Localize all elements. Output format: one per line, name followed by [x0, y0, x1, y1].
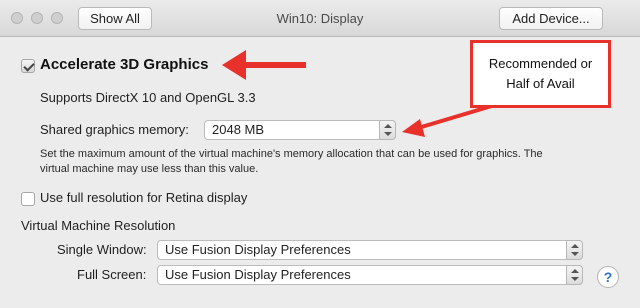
minimize-window-button[interactable] [31, 12, 43, 24]
single-window-value: Use Fusion Display Preferences [165, 242, 351, 257]
full-screen-select[interactable]: Use Fusion Display Preferences [157, 265, 583, 285]
accelerate-3d-label: Accelerate 3D Graphics [40, 56, 209, 73]
stepper-arrows-icon[interactable] [566, 240, 583, 260]
full-screen-value: Use Fusion Display Preferences [165, 267, 351, 282]
help-button[interactable]: ? [597, 266, 619, 288]
retina-label: Use full resolution for Retina display [40, 190, 248, 205]
shared-memory-select[interactable]: 2048 MB [204, 120, 396, 140]
vm-resolution-section-label: Virtual Machine Resolution [21, 218, 176, 233]
supports-text: Supports DirectX 10 and OpenGL 3.3 [40, 90, 256, 105]
shared-memory-label: Shared graphics memory: [40, 122, 189, 137]
arrow-to-shared-memory [402, 103, 496, 137]
close-window-button[interactable] [11, 12, 23, 24]
show-all-button[interactable]: Show All [78, 7, 152, 30]
window-titlebar: Show All Win10: Display Add Device... [0, 0, 640, 37]
memory-description-line-2: virtual machine may use less than this v… [40, 163, 259, 175]
memory-description-line-1: Set the maximum amount of the virtual ma… [40, 148, 543, 160]
window-title: Win10: Display [276, 11, 364, 26]
shared-memory-value: 2048 MB [212, 122, 265, 137]
memory-description: Set the maximum amount of the virtual ma… [40, 147, 543, 177]
zoom-window-button[interactable] [51, 12, 63, 24]
stepper-arrows-icon[interactable] [379, 120, 396, 140]
single-window-select[interactable]: Use Fusion Display Preferences [157, 240, 583, 260]
accelerate-3d-checkbox[interactable] [21, 59, 35, 73]
stepper-arrows-icon[interactable] [566, 265, 583, 285]
full-screen-label: Full Screen: [77, 267, 147, 282]
arrow-to-accelerate-3d [222, 50, 306, 80]
single-window-label: Single Window: [57, 242, 147, 257]
retina-checkbox[interactable] [21, 192, 35, 206]
callout-text: Recommended or Half of Avail [488, 56, 593, 91]
add-device-button[interactable]: Add Device... [499, 7, 603, 30]
recommendation-callout: Recommended or Half of Avail [470, 40, 611, 108]
